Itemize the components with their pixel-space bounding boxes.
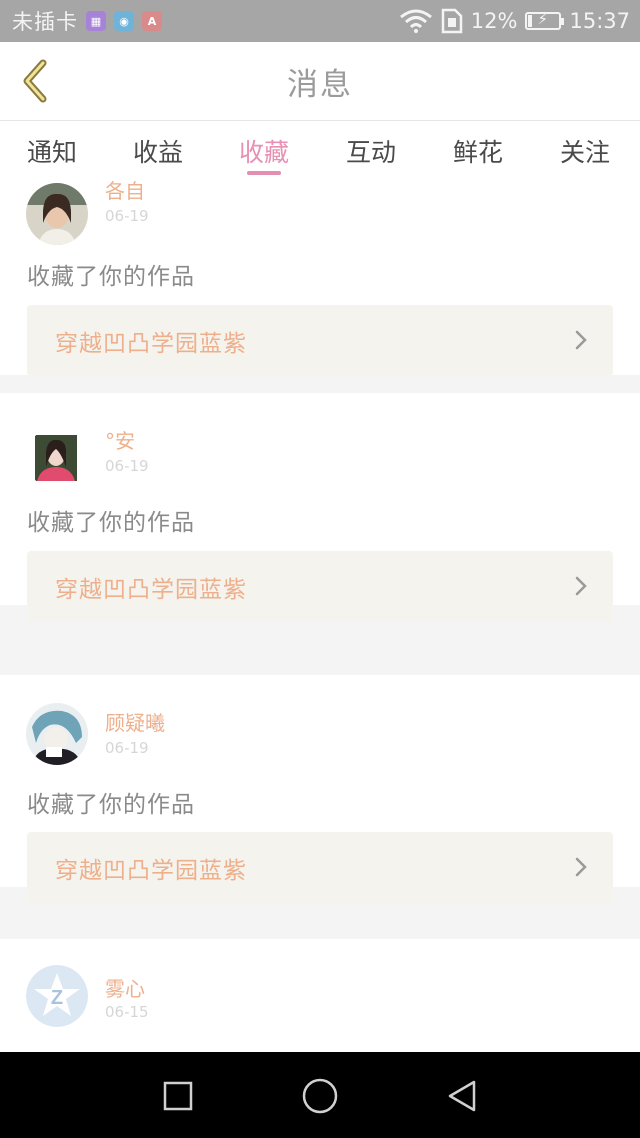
- recent-apps-button[interactable]: [154, 1072, 202, 1120]
- screen: 未插卡 ▦ ◉ A 12% ⚡ 15:37 消息 通知 收益 收藏 互动 鲜花 …: [0, 0, 640, 1138]
- work-title: 穿越凹凸学园蓝紫: [55, 576, 247, 603]
- active-tab-indicator: [247, 171, 281, 175]
- message-card: 顾疑曦 06-19 收藏了你的作品 穿越凹凸学园蓝紫: [0, 675, 640, 903]
- carrier-label: 未插卡: [12, 10, 78, 34]
- battery-percent: 12%: [470, 9, 518, 33]
- message-card: °安 06-19 收藏了你的作品 穿越凹凸学园蓝紫: [0, 393, 640, 622]
- status-right: 12% ⚡ 15:37: [399, 0, 630, 42]
- triangle-back-icon: [448, 1080, 476, 1112]
- tab-label: 收益: [132, 138, 183, 167]
- message-date: 06-19: [105, 207, 149, 225]
- circle-icon: [302, 1078, 338, 1114]
- work-link[interactable]: 穿越凹凸学园蓝紫: [27, 305, 613, 376]
- user-avatar[interactable]: [26, 183, 88, 245]
- tab-earnings[interactable]: 收益: [126, 121, 190, 181]
- page-title: 消息: [287, 66, 353, 103]
- browser-app-icon: ◉: [114, 11, 134, 31]
- tab-bar: 通知 收益 收藏 互动 鲜花 关注: [0, 121, 640, 181]
- chevron-right-icon: [575, 576, 587, 596]
- username[interactable]: 各自: [105, 181, 145, 204]
- square-icon: [163, 1081, 193, 1111]
- status-bar: 未插卡 ▦ ◉ A 12% ⚡ 15:37: [0, 0, 640, 42]
- tab-label: 互动: [345, 138, 396, 167]
- sim-missing-icon: [441, 8, 463, 34]
- username[interactable]: 顾疑曦: [105, 707, 165, 736]
- message-date: 06-19: [105, 739, 149, 757]
- gallery-app-icon: ▦: [86, 11, 106, 31]
- action-text: 收藏了你的作品: [27, 792, 195, 818]
- username[interactable]: 雾心: [105, 973, 145, 1002]
- tab-label: 鲜花: [452, 138, 503, 167]
- app-store-icon: A: [142, 11, 162, 31]
- message-list[interactable]: 各自 06-19 收藏了你的作品 穿越凹凸学园蓝紫 °安 06-19 收藏了你的…: [0, 181, 640, 1052]
- work-title: 穿越凹凸学园蓝紫: [55, 330, 247, 357]
- tab-notifications[interactable]: 通知: [20, 121, 84, 181]
- tab-interactions[interactable]: 互动: [339, 121, 403, 181]
- home-button[interactable]: [296, 1072, 344, 1120]
- work-link[interactable]: 穿越凹凸学园蓝紫: [27, 832, 613, 903]
- tab-label: 关注: [559, 138, 610, 167]
- message-date: 06-19: [105, 457, 149, 475]
- chevron-right-icon: [575, 857, 587, 877]
- back-nav-button[interactable]: [438, 1072, 486, 1120]
- back-arrow-icon: [23, 59, 47, 103]
- user-avatar[interactable]: [26, 427, 88, 489]
- status-left: 未插卡 ▦ ◉ A: [0, 6, 162, 36]
- tab-label: 通知: [26, 138, 77, 167]
- wifi-icon: [399, 9, 432, 33]
- back-button[interactable]: [10, 56, 58, 106]
- work-link[interactable]: 穿越凹凸学园蓝紫: [27, 551, 613, 622]
- work-title: 穿越凹凸学园蓝紫: [55, 857, 247, 884]
- tab-following[interactable]: 关注: [553, 121, 617, 181]
- header: 消息: [0, 42, 640, 121]
- message-date: 06-15: [105, 1003, 149, 1021]
- user-avatar[interactable]: [26, 703, 88, 765]
- action-text: 收藏了你的作品: [27, 264, 195, 290]
- action-text: 收藏了你的作品: [27, 510, 195, 536]
- tab-flowers[interactable]: 鲜花: [446, 121, 510, 181]
- svg-text:Z: Z: [51, 987, 63, 1009]
- chevron-right-icon: [575, 330, 587, 350]
- navigation-bar: [0, 1052, 640, 1138]
- clock: 15:37: [569, 9, 630, 33]
- username[interactable]: °安: [105, 425, 135, 454]
- tab-label: 收藏: [238, 138, 289, 167]
- user-avatar[interactable]: Z: [26, 965, 88, 1027]
- message-card: 各自 06-19 收藏了你的作品 穿越凹凸学园蓝紫: [0, 181, 640, 376]
- message-card: Z 雾心 06-15: [0, 939, 640, 1052]
- battery-icon: ⚡: [525, 10, 565, 30]
